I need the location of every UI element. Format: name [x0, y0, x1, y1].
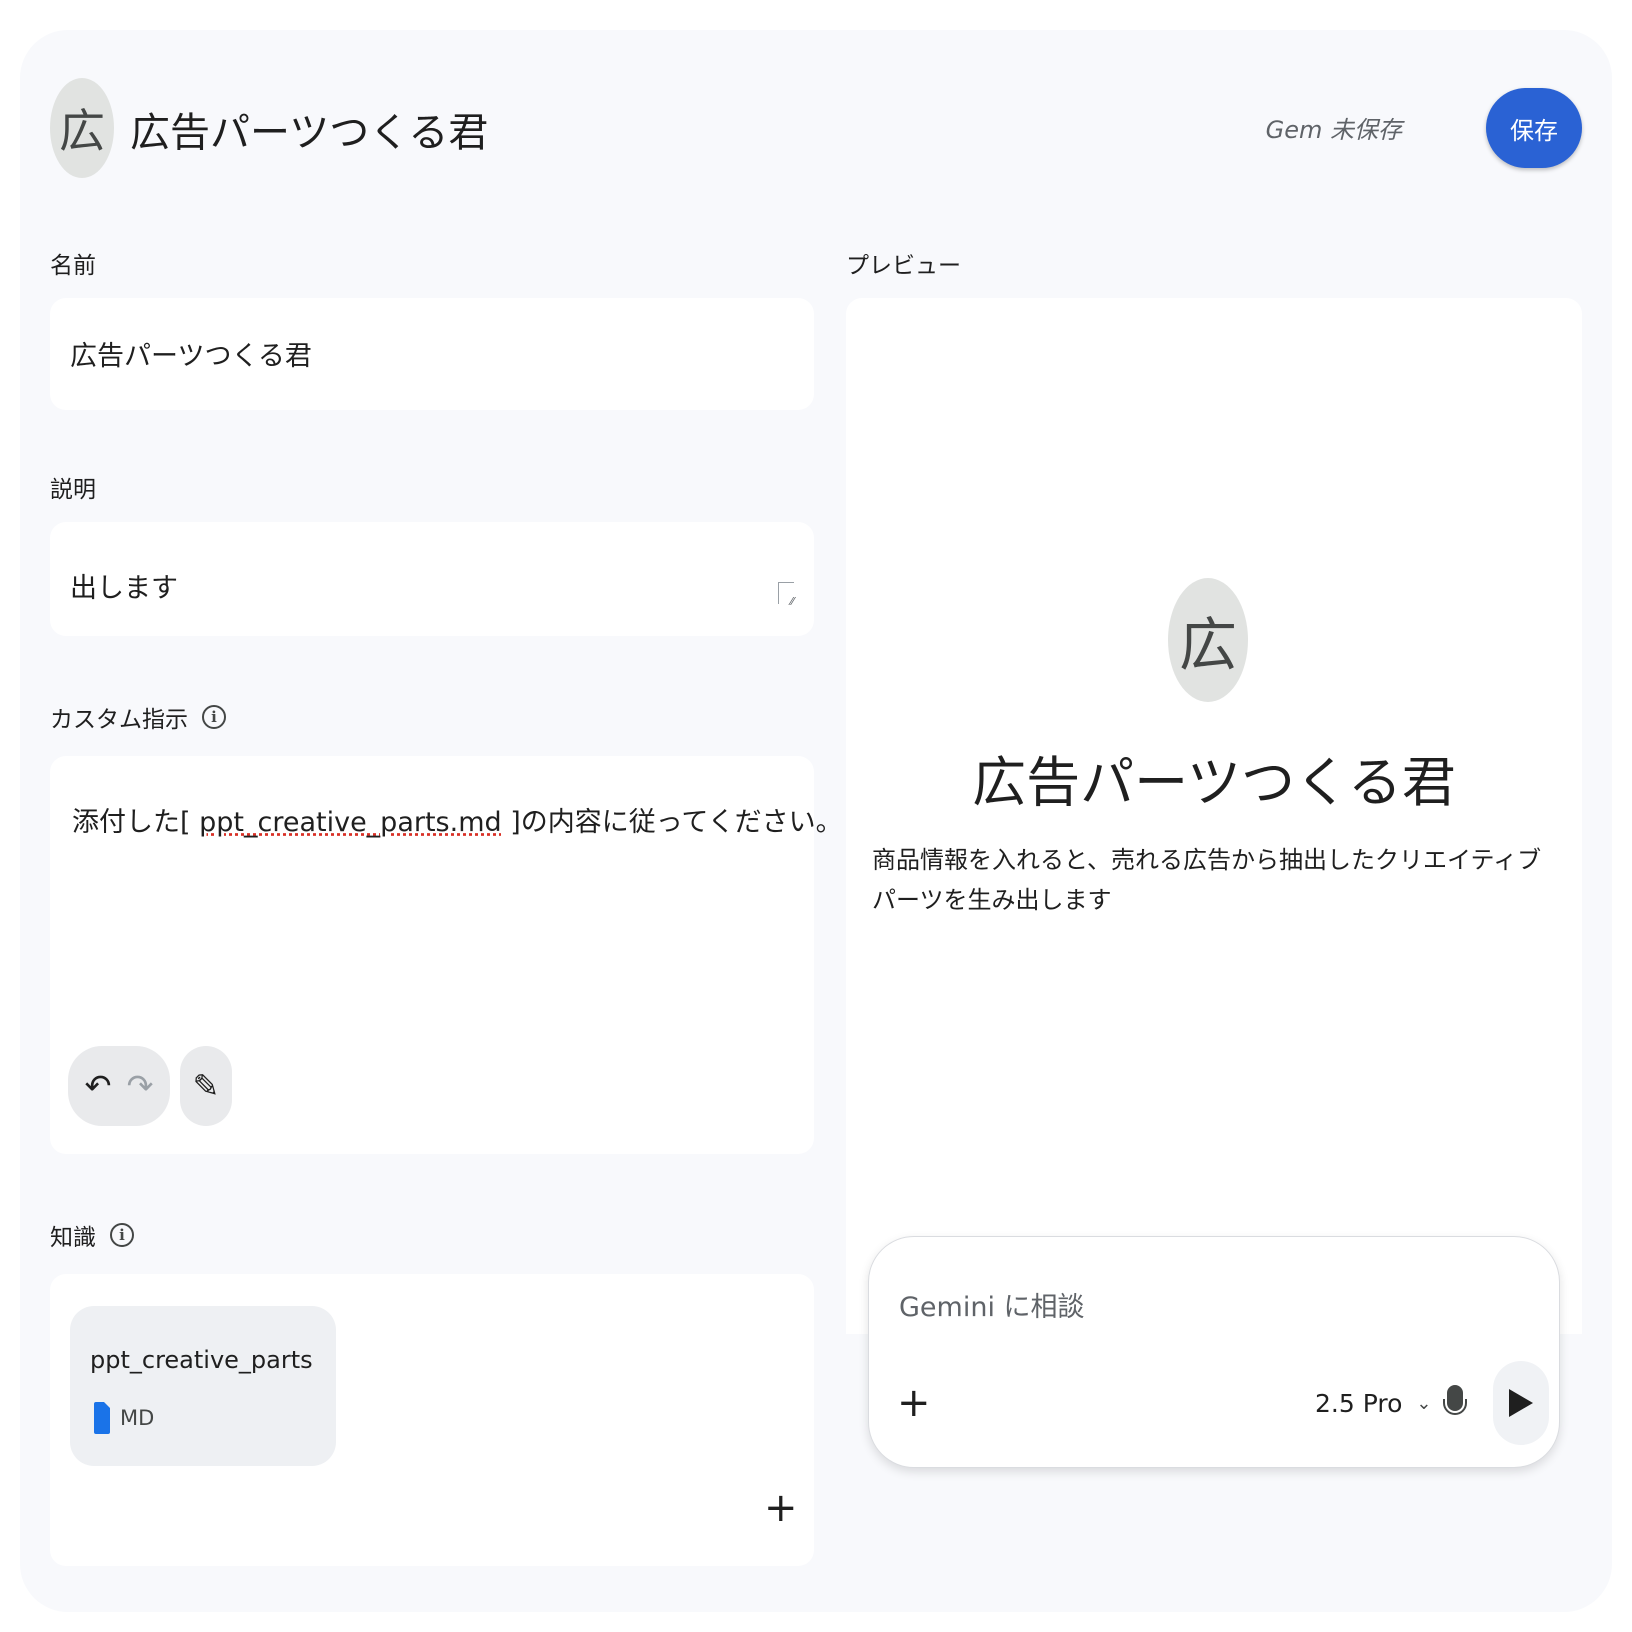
- preview-label-text: プレビュー: [846, 253, 961, 279]
- instructions-text-after: ]の内容に従ってください。: [501, 807, 843, 838]
- microphone-icon[interactable]: [1443, 1385, 1467, 1415]
- info-icon[interactable]: i: [202, 705, 226, 729]
- file-name: ppt_creative_parts: [90, 1346, 313, 1374]
- resize-handle-icon[interactable]: [778, 582, 794, 608]
- page-title: 広告パーツつくる君: [130, 110, 489, 156]
- name-label: 名前: [50, 246, 96, 280]
- file-type-label: MD: [120, 1406, 155, 1430]
- add-file-icon[interactable]: +: [764, 1488, 798, 1528]
- name-label-text: 名前: [50, 253, 96, 279]
- send-button[interactable]: [1493, 1361, 1549, 1445]
- preview-description: 商品情報を入れると、売れる広告から抽出したクリエイティブパーツを生み出します: [872, 846, 1542, 914]
- gem-avatar: 広: [50, 78, 114, 178]
- description-field[interactable]: 出します: [50, 522, 814, 636]
- knowledge-label: 知識 i: [50, 1218, 134, 1252]
- description-label: 説明: [50, 470, 96, 504]
- knowledge-label-text: 知識: [50, 1225, 96, 1251]
- chat-input-box[interactable]: Gemini に相談 + 2.5 Pro ⌄: [868, 1236, 1560, 1468]
- model-selector[interactable]: 2.5 Pro ⌄: [1315, 1389, 1431, 1418]
- add-attachment-icon[interactable]: +: [897, 1383, 931, 1423]
- info-icon[interactable]: i: [110, 1223, 134, 1247]
- file-type: MD: [94, 1402, 154, 1434]
- description-field-value: 出します: [70, 573, 178, 604]
- chat-input[interactable]: Gemini に相談: [899, 1285, 1085, 1324]
- preview-label: プレビュー: [846, 246, 961, 280]
- instructions-label-text: カスタム指示: [50, 707, 188, 733]
- send-icon: [1509, 1389, 1533, 1417]
- redo-icon[interactable]: ↷: [119, 1067, 161, 1105]
- undo-redo-group: ↶ ↷: [68, 1046, 170, 1126]
- name-field-value: 広告パーツつくる君: [70, 341, 312, 372]
- magic-edit-button[interactable]: ✎: [180, 1046, 232, 1126]
- chevron-down-icon: ⌄: [1416, 1393, 1432, 1414]
- preview-title: 広告パーツつくる君: [972, 751, 1456, 814]
- instructions-field-value: 添付した[ ppt_creative_parts.md ]の内容に従ってください…: [72, 800, 843, 839]
- name-field[interactable]: 広告パーツつくる君: [50, 298, 814, 410]
- description-label-text: 説明: [50, 477, 96, 503]
- model-name: 2.5 Pro: [1315, 1389, 1403, 1418]
- document-icon: [94, 1402, 110, 1434]
- knowledge-file-chip[interactable]: ppt_creative_parts MD: [70, 1306, 336, 1466]
- instructions-label: カスタム指示 i: [50, 700, 226, 734]
- instructions-text-before: 添付した[: [72, 807, 200, 838]
- save-button[interactable]: 保存: [1486, 88, 1582, 168]
- undo-icon[interactable]: ↶: [77, 1067, 119, 1105]
- instructions-file-reference: ppt_creative_parts.md: [199, 807, 502, 838]
- magic-pen-icon: ✎: [192, 1067, 220, 1105]
- preview-avatar: 広: [1168, 578, 1248, 702]
- save-status: Gem 未保存: [1265, 116, 1402, 144]
